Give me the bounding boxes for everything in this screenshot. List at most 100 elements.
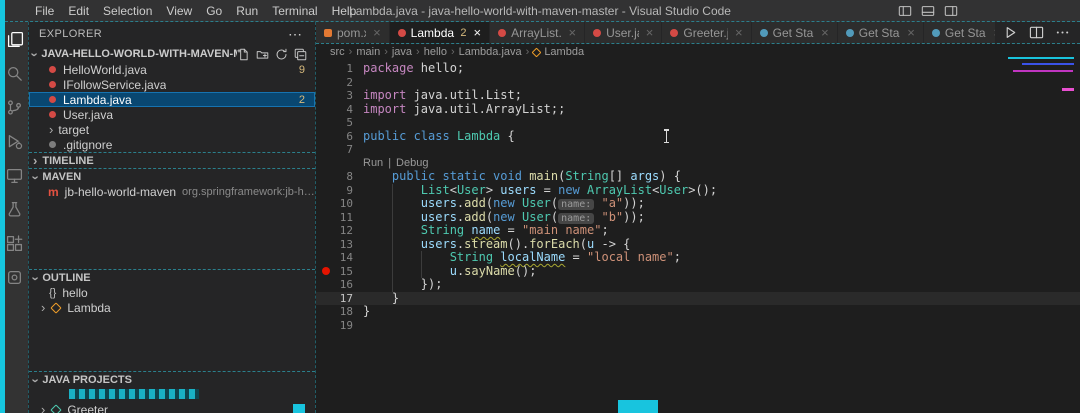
- close-icon[interactable]: ×: [568, 25, 576, 40]
- run-button[interactable]: [1003, 25, 1018, 40]
- menu-edit[interactable]: Edit: [61, 0, 96, 22]
- outline-item-hello[interactable]: {} hello: [29, 285, 315, 300]
- project-header[interactable]: › JAVA-HELLO-WORLD-WITH-MAVEN-MASTER: [29, 46, 315, 62]
- tab-label: Get Started: [944, 25, 987, 40]
- remote-explorer-icon: [6, 167, 23, 184]
- explorer-item-gitignore[interactable]: .gitignore: [29, 137, 315, 152]
- tab-user-java-3[interactable]: User.java ×: [585, 22, 663, 43]
- explorer-item-user-java[interactable]: User.java: [29, 107, 315, 122]
- menu-go[interactable]: Go: [199, 0, 229, 22]
- close-icon[interactable]: ×: [735, 25, 743, 40]
- java-project-item-label: Greeter: [67, 402, 109, 413]
- codelens-run[interactable]: Run: [363, 157, 383, 171]
- more-actions-icon[interactable]: [1055, 25, 1070, 40]
- java-project-item-greeter[interactable]: › Greeter: [29, 402, 315, 413]
- menu-file[interactable]: File: [28, 0, 61, 22]
- explorer-item-helloworld-java[interactable]: HelloWorld.java 9: [29, 62, 315, 77]
- tab-arraylist-java-2[interactable]: ArrayList.java ×: [490, 22, 586, 43]
- close-icon[interactable]: ×: [474, 25, 482, 40]
- code-text: users.add(new User(name: "a"));: [363, 196, 1080, 211]
- layout-panel-icon[interactable]: [921, 4, 935, 18]
- explorer-item-lambda-java[interactable]: Lambda.java 2: [29, 92, 315, 107]
- line-number[interactable]: 12: [316, 224, 363, 238]
- code-editor[interactable]: 1 package hello; 2 3 import java.util.List; 4…: [316, 60, 1080, 413]
- outline-item-lambda[interactable]: › Lambda: [29, 300, 315, 315]
- breadcrumb-java[interactable]: java: [392, 46, 412, 58]
- menu-terminal[interactable]: Terminal: [265, 0, 324, 22]
- tab-get-started-6[interactable]: Get Started ×: [837, 22, 924, 43]
- more-actions-icon[interactable]: ⋯: [288, 26, 303, 43]
- new-file-icon[interactable]: [237, 48, 250, 61]
- code-token: name: [471, 223, 501, 237]
- file-label: Lambda.java: [63, 92, 132, 107]
- breakpoint-icon[interactable]: [322, 267, 330, 275]
- close-icon[interactable]: ×: [373, 25, 381, 40]
- collapse-all-icon[interactable]: [294, 48, 307, 61]
- refresh-icon[interactable]: [275, 48, 288, 61]
- split-editor-icon[interactable]: [1029, 25, 1044, 40]
- java-file-icon: [593, 28, 602, 37]
- codelens: Run | Debug: [363, 157, 428, 171]
- section-outline[interactable]: › OUTLINE: [29, 269, 315, 285]
- layout-sidebar-right-icon[interactable]: [944, 4, 958, 18]
- line-number[interactable]: 10: [316, 197, 363, 211]
- section-maven[interactable]: › MAVEN: [29, 168, 315, 184]
- line-number[interactable]: 14: [316, 251, 363, 265]
- tab-bar: pom.xml×Lambda.java2×ArrayList.java×User…: [316, 22, 1080, 44]
- maven-items: m jb-hello-world-maven org.springframework…: [29, 184, 315, 199]
- code-token: }: [363, 304, 371, 318]
- section-timeline[interactable]: › TIMELINE: [29, 152, 315, 168]
- close-icon[interactable]: ×: [646, 25, 654, 40]
- menu-selection[interactable]: Selection: [96, 0, 159, 22]
- breadcrumb-lambda[interactable]: Lambda: [531, 46, 584, 58]
- code-token: User: [522, 209, 551, 224]
- line-number[interactable]: 18: [316, 305, 363, 319]
- line-number[interactable]: 13: [316, 238, 363, 252]
- java-file-icon: [498, 28, 507, 37]
- java-file-icon: [670, 28, 679, 37]
- line-number[interactable]: 19: [316, 319, 363, 333]
- line-number[interactable]: 8: [316, 170, 363, 184]
- close-icon[interactable]: ×: [907, 25, 915, 40]
- tab-pom-xml-0[interactable]: pom.xml ×: [316, 22, 390, 43]
- codelens-debug[interactable]: Debug: [396, 157, 428, 171]
- line-number[interactable]: 4: [316, 103, 363, 117]
- tab-lambda-java-1[interactable]: Lambda.java 2 ×: [389, 22, 491, 43]
- line-number[interactable]: 2: [316, 76, 363, 90]
- chevron-right-icon: ›: [41, 299, 46, 315]
- code-text: users.stream().forEach(u -> {: [363, 237, 1080, 252]
- line-number[interactable]: 16: [316, 278, 363, 292]
- layout-sidebar-left-icon[interactable]: [898, 4, 912, 18]
- line-number[interactable]: 9: [316, 184, 363, 198]
- breadcrumb-lambda-java[interactable]: Lambda.java: [459, 46, 522, 58]
- project-actions: [237, 48, 315, 61]
- tab-greeter-java-4[interactable]: Greeter.java ×: [662, 22, 752, 43]
- chevron-right-icon: ›: [33, 152, 38, 168]
- line-number[interactable]: 7: [316, 143, 363, 157]
- line-number[interactable]: 11: [316, 211, 363, 225]
- line-number[interactable]: 6: [316, 130, 363, 144]
- section-java-projects[interactable]: › JAVA PROJECTS: [29, 371, 315, 387]
- breadcrumb-hello[interactable]: hello: [424, 46, 447, 58]
- breadcrumb-src[interactable]: src: [330, 46, 345, 58]
- line-number[interactable]: 17: [316, 292, 363, 306]
- code-line-10: 10 users.add(new User(name: "a"));: [316, 196, 1080, 211]
- glitch-artifact: [293, 404, 305, 413]
- code-token: <: [449, 182, 457, 197]
- menu-view[interactable]: View: [159, 0, 199, 22]
- close-icon[interactable]: ×: [821, 25, 829, 40]
- new-folder-icon[interactable]: [256, 48, 269, 61]
- explorer-item-ifollowservice-java[interactable]: IFollowService.java: [29, 77, 315, 92]
- line-number[interactable]: 1: [316, 62, 363, 76]
- maven-item-jb-hello-world-maven[interactable]: m jb-hello-world-maven org.springframework…: [29, 184, 315, 199]
- line-number[interactable]: 5: [316, 116, 363, 130]
- menu-run[interactable]: Run: [229, 0, 265, 22]
- tab-get-started-5[interactable]: Get Started ×: [751, 22, 838, 43]
- explorer-item-target[interactable]: › target: [29, 122, 315, 137]
- code-text: }: [363, 291, 1080, 306]
- line-number[interactable]: 15: [316, 265, 363, 279]
- breadcrumb-main[interactable]: main: [356, 46, 380, 58]
- line-number[interactable]: 3: [316, 89, 363, 103]
